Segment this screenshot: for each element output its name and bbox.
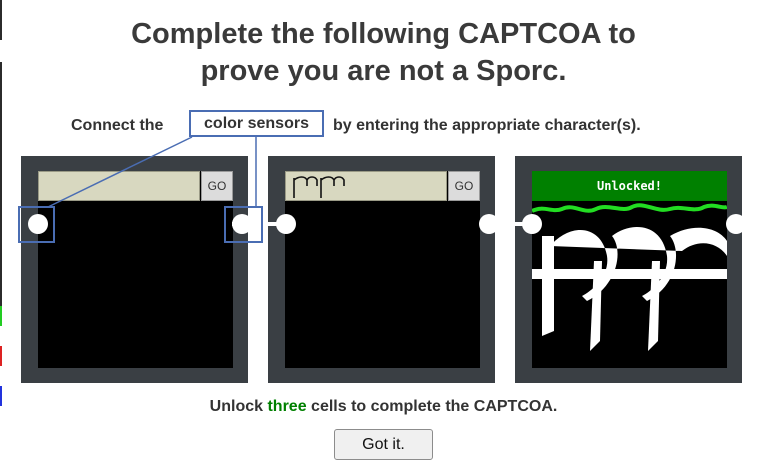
cell-1-character-input[interactable] (38, 171, 200, 201)
color-sensors-callout: color sensors (189, 110, 324, 137)
footer-instruction: Unlock three cells to complete the CAPTC… (0, 398, 767, 416)
right-sensor-icon (479, 214, 499, 234)
instruction-text: Connect the by entering the appropriate … (0, 115, 767, 137)
cell-1-go-button[interactable]: GO (201, 171, 233, 201)
footer-emphasis: three (267, 398, 307, 415)
glyph-icon (532, 203, 727, 351)
instruction-prefix: Connect the (71, 117, 164, 134)
title-line-1: Complete the following CAPTCOA to (131, 18, 636, 50)
instruction-suffix: by entering the appropriate character(s)… (333, 117, 641, 134)
cell-2-input-row: GO (285, 171, 480, 201)
cell-2-go-button[interactable]: GO (448, 171, 480, 201)
captcoa-cell-2: GO (268, 156, 495, 383)
edge-mark-green (0, 306, 2, 326)
left-sensor-icon (28, 214, 48, 234)
right-sensor-icon (726, 214, 746, 234)
right-sensor-icon (232, 214, 252, 234)
cell-1-input-row: GO (38, 171, 233, 201)
page-title: Complete the following CAPTCOA to prove … (0, 16, 767, 90)
captcoa-cell-1: GO (21, 156, 248, 383)
cell-1-screen: GO (38, 171, 233, 368)
title-line-2: prove you are not a Sporc. (200, 55, 567, 87)
captcoa-cell-3: Unlocked! (515, 156, 742, 383)
cell-3-screen: Unlocked! (532, 171, 727, 368)
footer-suffix: cells to complete the CAPTCOA. (311, 398, 558, 415)
cell-2-screen: GO (285, 171, 480, 368)
glyph-icon (293, 176, 345, 198)
footer-prefix: Unlock (209, 398, 264, 415)
window-edge-mid (0, 62, 2, 306)
edge-mark-red (0, 346, 2, 366)
left-sensor-icon (522, 214, 542, 234)
unlocked-banner: Unlocked! (532, 171, 727, 201)
got-it-button[interactable]: Got it. (334, 429, 433, 460)
laser-icon (532, 203, 727, 213)
left-sensor-icon (276, 214, 296, 234)
cell-2-character-input[interactable] (285, 171, 447, 201)
